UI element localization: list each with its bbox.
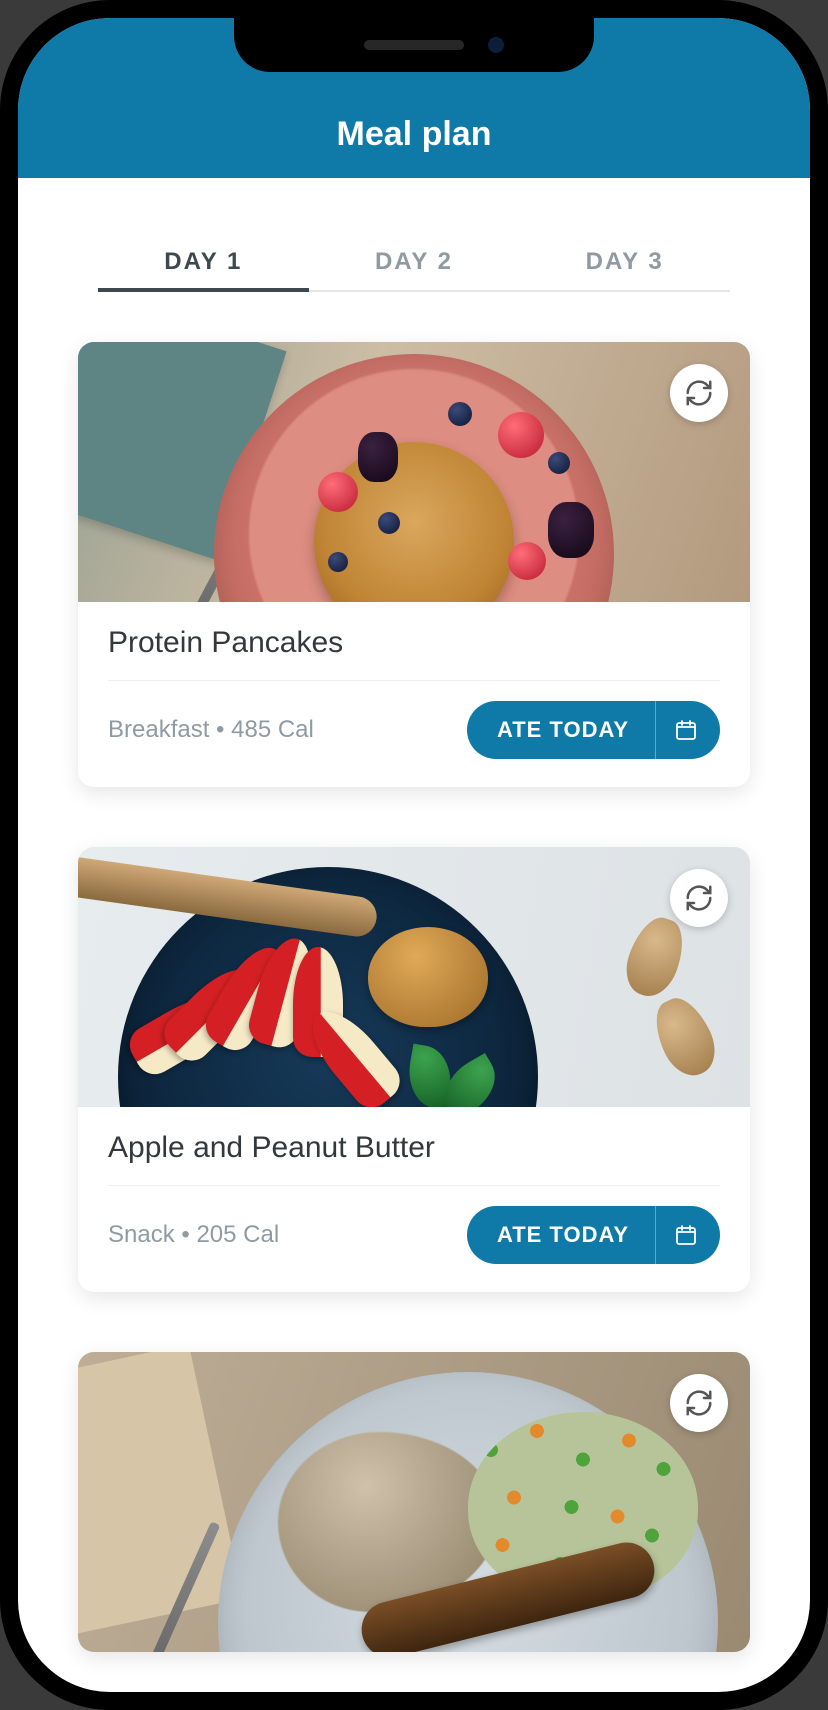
meal-card[interactable]: Apple and Peanut Butter Snack • 205 Cal … — [78, 847, 750, 1292]
swap-meal-button[interactable] — [670, 364, 728, 422]
meal-image — [78, 342, 750, 602]
ate-today-button[interactable]: ATE TODAY — [467, 701, 720, 759]
tab-day-1[interactable]: DAY 1 — [98, 238, 309, 290]
refresh-icon — [684, 1388, 714, 1418]
calendar-icon — [674, 1223, 698, 1247]
meal-card-body: Protein Pancakes Breakfast • 485 Cal ATE… — [78, 602, 750, 787]
tab-day-2[interactable]: DAY 2 — [309, 238, 520, 290]
meal-title: Protein Pancakes — [108, 626, 720, 681]
meal-image — [78, 1352, 750, 1652]
meal-meta: Snack • 205 Cal — [108, 1221, 279, 1249]
calendar-icon — [674, 718, 698, 742]
meal-card-footer: Breakfast • 485 Cal ATE TODAY — [108, 681, 720, 759]
app-root: Meal plan DAY 1 DAY 2 DAY 3 — [18, 18, 810, 1692]
meal-card-body: Apple and Peanut Butter Snack • 205 Cal … — [78, 1107, 750, 1292]
day-tabs: DAY 1 DAY 2 DAY 3 — [98, 238, 730, 292]
speaker — [364, 40, 464, 50]
swap-meal-button[interactable] — [670, 869, 728, 927]
meal-card[interactable]: Protein Pancakes Breakfast • 485 Cal ATE… — [78, 342, 750, 787]
meal-title: Apple and Peanut Butter — [108, 1131, 720, 1186]
phone-frame: Meal plan DAY 1 DAY 2 DAY 3 — [0, 0, 828, 1710]
swap-meal-button[interactable] — [670, 1374, 728, 1432]
meal-card[interactable] — [78, 1352, 750, 1652]
ate-today-label: ATE TODAY — [467, 701, 655, 759]
meal-image — [78, 847, 750, 1107]
phone-screen: Meal plan DAY 1 DAY 2 DAY 3 — [18, 18, 810, 1692]
meal-list[interactable]: Protein Pancakes Breakfast • 485 Cal ATE… — [18, 292, 810, 1652]
ate-today-label: ATE TODAY — [467, 1206, 655, 1264]
schedule-button[interactable] — [656, 1206, 720, 1264]
front-camera — [488, 37, 504, 53]
ate-today-button[interactable]: ATE TODAY — [467, 1206, 720, 1264]
meal-meta: Breakfast • 485 Cal — [108, 716, 314, 744]
tab-day-3[interactable]: DAY 3 — [519, 238, 730, 290]
refresh-icon — [684, 378, 714, 408]
page-title: Meal plan — [337, 115, 492, 154]
tabs-container: DAY 1 DAY 2 DAY 3 — [18, 178, 810, 292]
schedule-button[interactable] — [656, 701, 720, 759]
meal-card-footer: Snack • 205 Cal ATE TODAY — [108, 1186, 720, 1264]
refresh-icon — [684, 883, 714, 913]
phone-notch — [234, 18, 594, 72]
